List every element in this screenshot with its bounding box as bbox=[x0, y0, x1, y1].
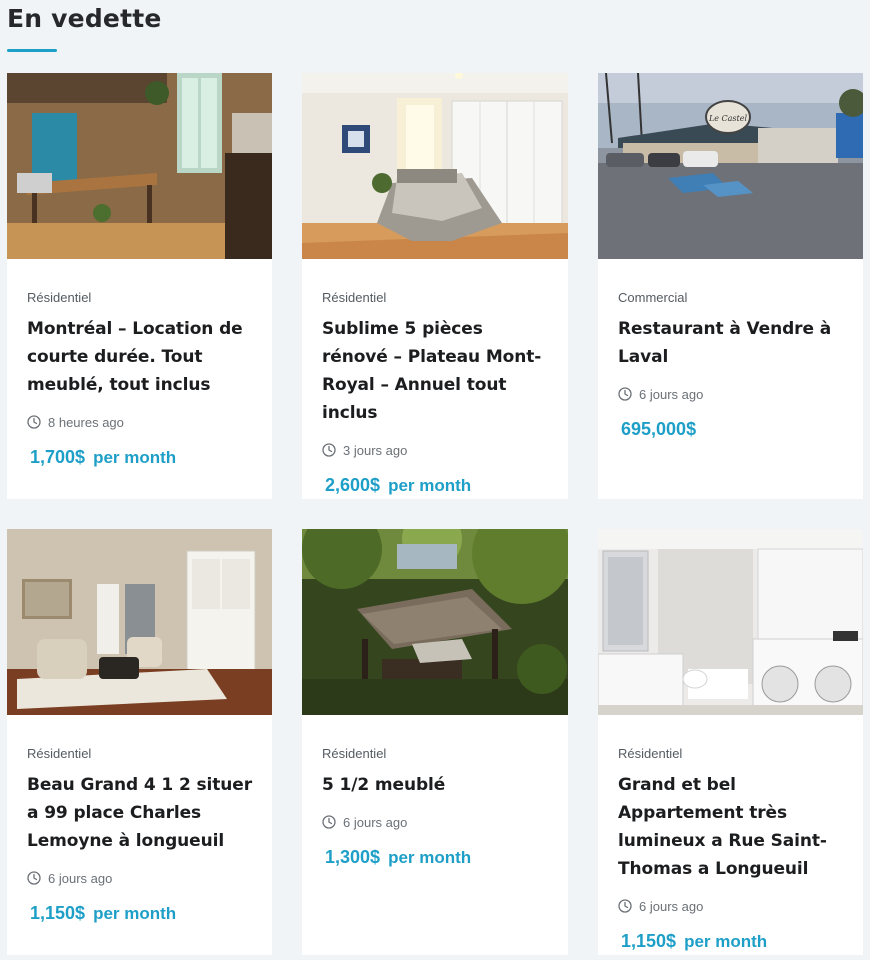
clock-icon bbox=[322, 443, 336, 457]
clock-icon bbox=[322, 815, 336, 829]
listing-category[interactable]: Résidentiel bbox=[27, 745, 252, 763]
listing-date: 3 jours ago bbox=[322, 441, 548, 459]
listing-time: 6 jours ago bbox=[48, 870, 113, 886]
listing-title[interactable]: Sublime 5 pièces rénové – Plateau Mont-R… bbox=[322, 315, 548, 427]
listing-card[interactable]: Résidentiel Beau Grand 4 1 2 situer a 99… bbox=[7, 529, 272, 955]
listing-price: 1,700$ per month bbox=[27, 447, 252, 468]
restaurant-sign: Le Castel bbox=[708, 114, 748, 123]
listing-title[interactable]: Grand et bel Appartement très lumineux a… bbox=[618, 771, 843, 883]
listings-grid: Résidentiel Montréal – Location de court… bbox=[7, 73, 863, 955]
listing-category[interactable]: Résidentiel bbox=[27, 289, 252, 307]
listing-price: 1,300$ per month bbox=[322, 847, 548, 868]
price-amount: 1,150$ bbox=[30, 903, 86, 923]
price-amount: 1,150$ bbox=[621, 931, 677, 951]
listing-time: 6 jours ago bbox=[639, 898, 704, 914]
listing-category[interactable]: Résidentiel bbox=[618, 745, 843, 763]
listing-title[interactable]: 5 1/2 meublé bbox=[322, 771, 548, 799]
listing-photo-kitchen[interactable] bbox=[7, 73, 272, 259]
clock-icon bbox=[618, 387, 632, 401]
listing-time: 3 jours ago bbox=[343, 442, 408, 458]
listing-date: 6 jours ago bbox=[27, 869, 252, 887]
price-period: per month bbox=[388, 848, 472, 867]
listing-card[interactable]: Résidentiel Montréal – Location de court… bbox=[7, 73, 272, 499]
price-period: per month bbox=[684, 932, 768, 951]
listing-category[interactable]: Commercial bbox=[618, 289, 843, 307]
price-period: per month bbox=[388, 476, 472, 495]
listing-time: 8 heures ago bbox=[48, 414, 124, 430]
listing-title[interactable]: Montréal – Location de courte durée. Tou… bbox=[27, 315, 252, 399]
section-title: En vedette bbox=[7, 4, 162, 33]
listing-price: 1,150$ per month bbox=[618, 931, 843, 952]
listing-date: 6 jours ago bbox=[618, 385, 843, 403]
listing-photo-restaurant[interactable]: Le Castel bbox=[598, 73, 863, 259]
price-amount: 1,300$ bbox=[325, 847, 381, 867]
listing-time: 6 jours ago bbox=[639, 386, 704, 402]
listing-category[interactable]: Résidentiel bbox=[322, 289, 548, 307]
listing-photo-bedroom[interactable] bbox=[302, 73, 568, 259]
listing-price: 2,600$ per month bbox=[322, 475, 548, 496]
listing-time: 6 jours ago bbox=[343, 814, 408, 830]
listing-date: 8 heures ago bbox=[27, 413, 252, 431]
clock-icon bbox=[618, 899, 632, 913]
listing-title[interactable]: Beau Grand 4 1 2 situer a 99 place Charl… bbox=[27, 771, 252, 855]
listing-card[interactable]: Le Castel Commercial Restaurant à Vendre… bbox=[598, 73, 863, 499]
listing-price: 695,000$ bbox=[618, 419, 843, 440]
price-amount: 1,700$ bbox=[30, 447, 86, 467]
listing-date: 6 jours ago bbox=[618, 897, 843, 915]
listing-title[interactable]: Restaurant à Vendre à Laval bbox=[618, 315, 843, 371]
listing-photo-living-room[interactable] bbox=[7, 529, 272, 715]
listing-card[interactable]: Résidentiel 5 1/2 meublé 6 jours ago 1,3… bbox=[302, 529, 568, 955]
title-underline bbox=[7, 49, 57, 52]
listing-card[interactable]: Résidentiel Grand et bel Appartement trè… bbox=[598, 529, 863, 955]
listing-category[interactable]: Résidentiel bbox=[322, 745, 548, 763]
price-amount: 695,000$ bbox=[621, 419, 697, 439]
price-period: per month bbox=[93, 904, 177, 923]
clock-icon bbox=[27, 415, 41, 429]
price-period: per month bbox=[93, 448, 177, 467]
listing-photo-backyard[interactable] bbox=[302, 529, 568, 715]
price-amount: 2,600$ bbox=[325, 475, 381, 495]
clock-icon bbox=[27, 871, 41, 885]
listing-date: 6 jours ago bbox=[322, 813, 548, 831]
listing-photo-bathroom[interactable] bbox=[598, 529, 863, 715]
listing-price: 1,150$ per month bbox=[27, 903, 252, 924]
listing-card[interactable]: Résidentiel Sublime 5 pièces rénové – Pl… bbox=[302, 73, 568, 499]
